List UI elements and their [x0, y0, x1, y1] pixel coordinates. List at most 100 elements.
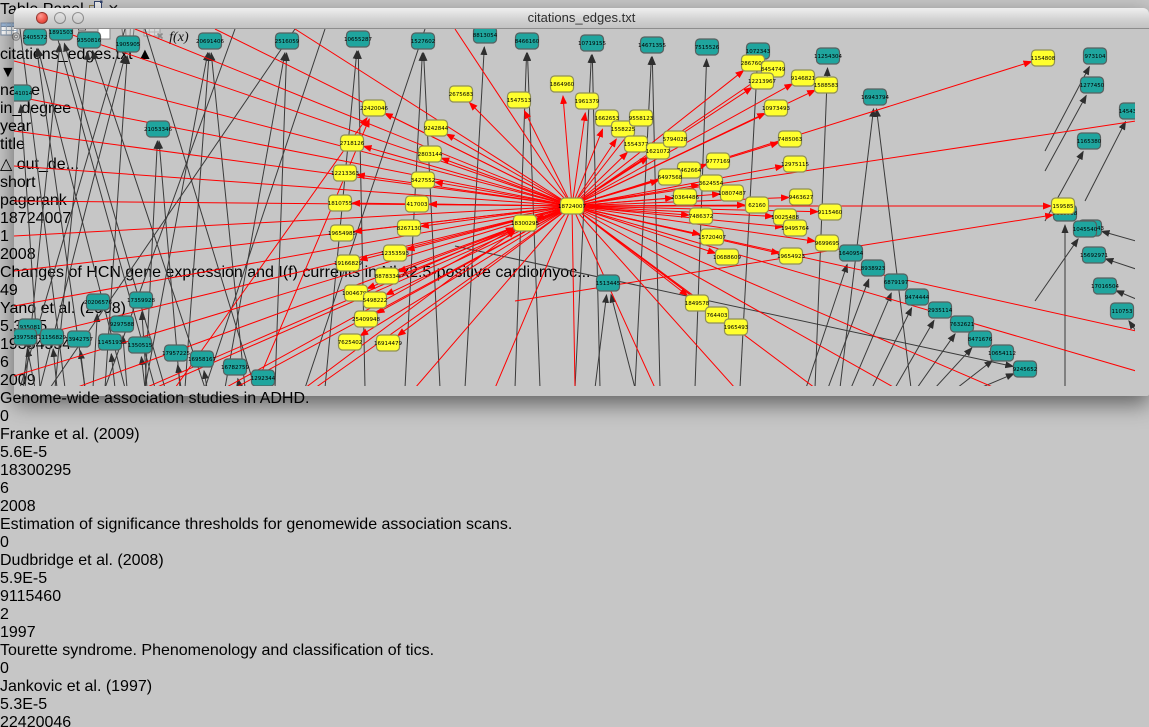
graph-node-3427552[interactable]: 3427552 [411, 172, 436, 188]
graph-node-19654923[interactable]: 19654923 [777, 248, 805, 264]
graph-node-1145193[interactable]: 1145193 [98, 334, 123, 350]
graph-node-2675683[interactable]: 2675683 [449, 86, 474, 102]
graph-node-1864960[interactable]: 1864960 [550, 76, 575, 92]
table-row[interactable]: 911546021997Tourette syndrome. Phenomeno… [0, 588, 1149, 714]
graph-node-15692971[interactable]: 15692971 [1080, 247, 1108, 263]
graph-node-1454383[interactable]: 1454383 [1119, 103, 1135, 119]
graph-node-17957225[interactable]: 17957225 [162, 345, 190, 361]
graph-node-10807487[interactable]: 10807487 [718, 185, 746, 201]
graph-node-1641014[interactable]: 1641014 [14, 85, 33, 101]
graph-node-417003[interactable]: 417003 [406, 196, 429, 212]
graph-node-1640954[interactable]: 1640954 [839, 245, 864, 261]
graph-node-17359928[interactable]: 17359928 [127, 292, 155, 308]
graph-node-1513445[interactable]: 1513445 [596, 275, 621, 291]
graph-node-159585[interactable]: 159585 [1052, 198, 1075, 214]
graph-node-9474444[interactable]: 9474444 [905, 289, 930, 305]
graph-node-10655287[interactable]: 10655287 [344, 31, 372, 47]
graph-node-1292344[interactable]: 1292344 [251, 370, 276, 386]
graph-node-2516059[interactable]: 2516059 [275, 33, 300, 49]
graph-node-2718126[interactable]: 2718126 [340, 135, 365, 151]
graph-node-8466160[interactable]: 8466160 [515, 33, 540, 49]
graph-node-8813054[interactable]: 8813054 [473, 29, 498, 43]
network-window[interactable]: citations_edges.txt 24055721891503935081… [14, 8, 1149, 396]
graph-node-2405572[interactable]: 2405572 [23, 29, 48, 45]
graph-node-19654985[interactable]: 19654985 [328, 225, 356, 241]
graph-node-19495764[interactable]: 19495764 [781, 220, 809, 236]
graph-node-110753[interactable]: 110753 [1111, 303, 1134, 319]
graph-node-18724007[interactable]: 18724007 [558, 198, 586, 214]
close-window-button[interactable] [36, 12, 48, 24]
graph-node-5794028[interactable]: 5794028 [663, 131, 688, 147]
graph-node-8471676[interactable]: 8471676 [968, 331, 993, 347]
graph-node-13942757[interactable]: 13942757 [65, 331, 93, 347]
graph-node-10654112[interactable]: 10654112 [988, 345, 1016, 361]
graph-node-10719155[interactable]: 10719155 [578, 35, 606, 51]
graph-node-20206576[interactable]: 20206576 [84, 294, 112, 310]
graph-node-1277450[interactable]: 1277450 [1080, 77, 1105, 93]
graph-node-7515526[interactable]: 7515526 [695, 39, 720, 55]
graph-node-1154808[interactable]: 1154808 [1031, 50, 1056, 66]
minimize-window-button[interactable] [54, 12, 66, 24]
network-graph[interactable]: 240557218915039350816 1905905 20691406 2516… [14, 29, 1135, 386]
graph-node-16943794[interactable]: 16943794 [861, 89, 889, 105]
graph-node-973104[interactable]: 973104 [1084, 48, 1107, 64]
graph-node-12213967[interactable]: 12213967 [748, 73, 776, 89]
graph-node-20691406[interactable]: 20691406 [196, 33, 224, 49]
graph-node-1810755[interactable]: 1810755 [328, 195, 353, 211]
graph-node-9777169[interactable]: 9777169 [706, 153, 731, 169]
graph-node-9463627[interactable]: 9463627 [789, 189, 814, 205]
graph-node-62160[interactable]: 62160 [746, 197, 769, 213]
graph-node-11254304[interactable]: 11254304 [814, 48, 842, 64]
graph-node-1961379[interactable]: 1961379 [575, 93, 600, 109]
graph-node-20364486[interactable]: 20364486 [671, 189, 699, 205]
graph-node-9350816[interactable]: 9350816 [77, 32, 102, 48]
graph-node-1965493[interactable]: 1965493 [724, 319, 749, 335]
graph-node-8878334[interactable]: 8878334 [375, 268, 400, 284]
graph-node-25409948[interactable]: 25409948 [352, 311, 380, 327]
graph-node-19166829[interactable]: 19166829 [334, 255, 362, 271]
graph-node-1905905[interactable]: 1905905 [116, 36, 141, 52]
graph-node-1527602[interactable]: 1527602 [411, 33, 436, 49]
graph-node-9242844[interactable]: 9242844 [424, 120, 449, 136]
graph-node-1588583[interactable]: 1588583 [814, 77, 839, 93]
graph-node-12975115[interactable]: 12975115 [781, 156, 809, 172]
graph-node-14671355[interactable]: 14671355 [638, 37, 666, 53]
graph-node-9297588[interactable]: 9297588 [110, 316, 135, 332]
network-canvas[interactable]: 240557218915039350816 1905905 20691406 2516… [14, 29, 1149, 391]
graph-node-15720407[interactable]: 15720407 [698, 229, 726, 245]
table-row[interactable]: 2242004622012Investigating the contribut… [0, 714, 1149, 727]
graph-node-12353593[interactable]: 12353593 [381, 245, 409, 261]
graph-node-21053346[interactable]: 21053346 [144, 121, 172, 137]
graph-node-7485063[interactable]: 7485063 [778, 131, 803, 147]
graph-node-9146821[interactable]: 9146821 [791, 70, 816, 86]
graph-node-5498222[interactable]: 5498222 [363, 292, 388, 308]
graph-node-10973493[interactable]: 10973493 [762, 100, 790, 116]
graph-node-1547513[interactable]: 1547513 [507, 92, 532, 108]
graph-node-9115460[interactable]: 9115460 [818, 204, 843, 220]
graph-node-9245652[interactable]: 9245652 [1013, 361, 1038, 377]
graph-node-16782759[interactable]: 16782759 [221, 359, 249, 375]
graph-node-8267130[interactable]: 8267130 [397, 220, 422, 236]
graph-node-8938923[interactable]: 8938923 [861, 260, 886, 276]
table-row[interactable]: 1830029562008Estimation of significance … [0, 462, 1149, 588]
network-window-titlebar[interactable]: citations_edges.txt [14, 8, 1149, 29]
graph-node-12213363[interactable]: 12213363 [331, 165, 359, 181]
graph-node-7632621[interactable]: 7632621 [950, 316, 975, 332]
graph-node-1165380[interactable]: 1165380 [1077, 133, 1102, 149]
graph-node-2803144[interactable]: 2803144 [418, 146, 443, 162]
graph-node-6879197[interactable]: 6879197 [884, 274, 909, 290]
zoom-window-button[interactable] [72, 12, 84, 24]
graph-node-16958167[interactable]: 16958167 [188, 351, 216, 367]
graph-node-7486372[interactable]: 7486372 [689, 208, 714, 224]
graph-node-16914479[interactable]: 16914479 [374, 335, 402, 351]
graph-node-18300295[interactable]: 18300295 [511, 215, 539, 231]
graph-node-9397588[interactable]: 9397588 [14, 329, 38, 345]
graph-node-9699695[interactable]: 9699695 [815, 235, 840, 251]
graph-node-10688609[interactable]: 10688609 [713, 249, 741, 265]
graph-node-17016504[interactable]: 17016504 [1091, 278, 1119, 294]
graph-node-6497568[interactable]: 6497568 [658, 169, 683, 185]
graph-node-1045540[interactable]: 1045540 [1073, 221, 1098, 237]
graph-node-1891503[interactable]: 1891503 [49, 29, 74, 40]
graph-node-7625402[interactable]: 7625402 [338, 334, 363, 350]
graph-node-22420046[interactable]: 22420046 [360, 100, 388, 116]
